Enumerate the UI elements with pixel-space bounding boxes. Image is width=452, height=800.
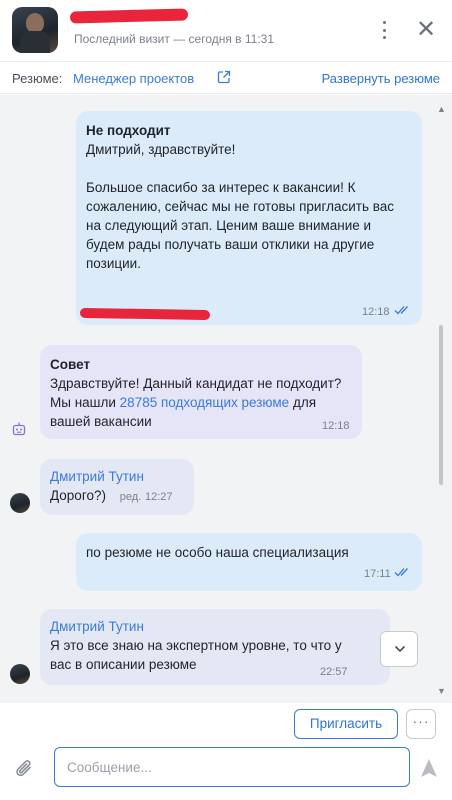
kebab-menu-icon[interactable]	[376, 18, 392, 42]
scrollbar[interactable]: ▲ ▼	[436, 105, 446, 696]
scroll-down-button[interactable]	[380, 631, 418, 667]
external-link-icon[interactable]	[217, 70, 231, 84]
advice-message: Совет Здравствуйте! Данный кандидат не п…	[40, 345, 362, 439]
message-time: 17:11	[364, 568, 391, 580]
more-options-button[interactable]: ···	[406, 709, 436, 739]
scroll-up-arrow[interactable]: ▲	[437, 105, 446, 114]
message-text: Здравствуйте! Данный кандидат не подходи…	[50, 374, 352, 431]
sender-name[interactable]: Дмитрий Тутин	[50, 617, 380, 636]
scroll-down-arrow[interactable]: ▼	[437, 687, 446, 696]
message-time: 12:18	[322, 420, 350, 432]
message-composer	[0, 743, 452, 800]
resume-label: Резюме:	[12, 71, 63, 86]
avatar-figure	[26, 13, 44, 33]
last-visit-status: Последний визит — сегодня в 11:31	[74, 32, 275, 46]
matching-resumes-link[interactable]: 28785 подходящих резюме	[120, 395, 290, 410]
message-text: Дмитрий, здравствуйте! Большое спасибо з…	[86, 142, 395, 271]
chat-header: Последний визит — сегодня в 11:31 ✕	[0, 0, 452, 62]
sender-avatar[interactable]	[10, 664, 30, 684]
send-icon[interactable]	[418, 757, 440, 779]
message-time: 22:57	[320, 666, 348, 678]
message-title: Совет	[50, 357, 91, 372]
outgoing-message: по резюме не особо наша специализация 17…	[76, 533, 422, 591]
close-icon[interactable]: ✕	[412, 16, 440, 44]
incoming-message: Дмитрий Тутин Дорого?) ред. 12:27	[40, 459, 194, 515]
scrollbar-thumb[interactable]	[439, 325, 443, 485]
bot-icon	[12, 422, 26, 436]
chat-area[interactable]: Не подходит Дмитрий, здравствуйте! Больш…	[0, 95, 452, 703]
avatar-body	[20, 31, 50, 53]
message-text: Я это все знаю на экспертном уровне, то …	[50, 638, 342, 672]
message-time: 12:27	[144, 491, 173, 503]
sender-name[interactable]: Дмитрий Тутин	[50, 467, 184, 486]
sender-avatar[interactable]	[10, 493, 30, 513]
avatar[interactable]	[12, 7, 58, 53]
chevron-down-icon	[394, 645, 406, 653]
outgoing-message: Не подходит Дмитрий, здравствуйте! Больш…	[76, 111, 422, 325]
incoming-message: Дмитрий Тутин Я это все знаю на экспертн…	[40, 609, 390, 685]
message-input[interactable]	[54, 747, 410, 787]
edited-label: ред.	[119, 491, 142, 503]
double-check-icon	[394, 306, 408, 315]
paperclip-icon[interactable]	[14, 757, 36, 781]
resume-bar: Резюме: Менеджер проектов Развернуть рез…	[0, 62, 452, 94]
contact-name-redacted	[69, 8, 189, 24]
message-text: по резюме не особо наша специализация	[86, 545, 349, 560]
message-body: Дорого?)	[50, 488, 106, 503]
message-title: Не подходит	[86, 123, 171, 138]
expand-resume-button[interactable]: Развернуть резюме	[322, 71, 440, 86]
resume-link[interactable]: Менеджер проектов	[73, 71, 194, 86]
signature-redacted	[79, 307, 211, 321]
double-check-icon	[394, 568, 408, 577]
message-time: 12:18	[362, 306, 390, 318]
action-bar: Пригласить ···	[0, 703, 452, 743]
message-text: Дорого?) ред. 12:27	[50, 486, 184, 507]
invite-button[interactable]: Пригласить	[294, 709, 398, 739]
